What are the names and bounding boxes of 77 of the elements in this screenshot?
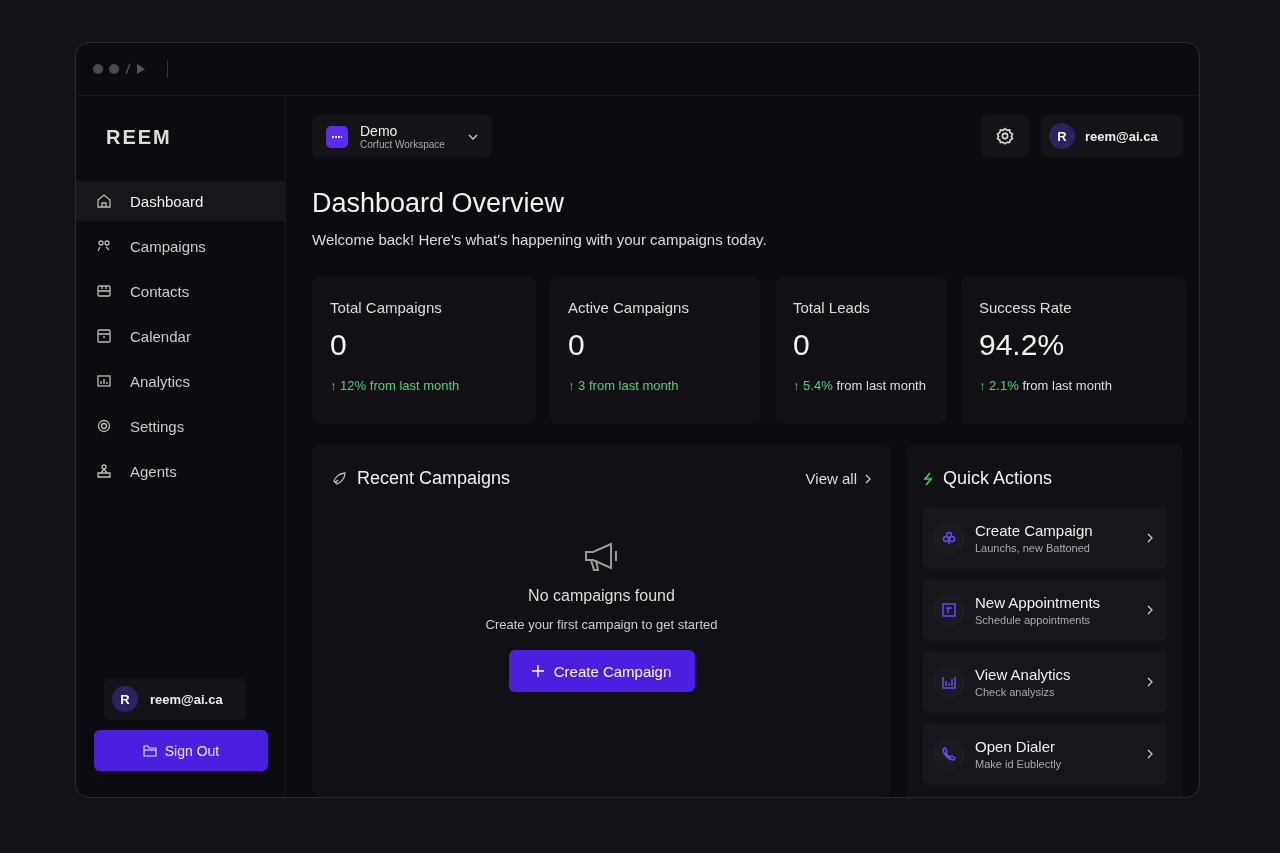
home-icon — [96, 193, 112, 209]
stat-label: Total Leads — [793, 299, 871, 316]
stat-change: ↑ 3 from last month — [568, 378, 680, 393]
create-campaign-button[interactable]: Create Campaign — [508, 650, 695, 692]
window-dot — [109, 64, 119, 74]
user-chip[interactable]: R reem@ai.ca — [1041, 115, 1183, 157]
calendar-icon — [942, 603, 956, 617]
user-chip[interactable]: R reem@ai.ca — [104, 678, 246, 720]
action-subtitle: Launchs, new Battoned — [975, 542, 1091, 554]
brand-logo: REEM — [105, 126, 173, 149]
workspace-logo-icon — [326, 125, 348, 148]
chevron-right-icon — [1147, 677, 1153, 687]
stat-change: ↑ 5.4% from last month — [793, 378, 927, 393]
sign-out-button[interactable]: Sign Out — [94, 730, 268, 771]
agent-icon — [96, 463, 112, 479]
folder-icon — [142, 744, 157, 757]
stat-value: 0 — [793, 328, 811, 362]
nav-item[interactable]: Campaigns — [76, 226, 285, 266]
stat-change: ↑ 12% from last month — [330, 378, 461, 393]
nav-item[interactable]: Settings — [76, 406, 285, 446]
play-icon[interactable] — [137, 64, 145, 74]
chevron-right-icon — [1147, 605, 1153, 615]
avatar: R — [112, 686, 138, 712]
stat-value: 0 — [568, 328, 586, 362]
settings-icon — [996, 127, 1014, 145]
nav-item[interactable]: Analytics — [76, 361, 285, 401]
chart-icon — [942, 675, 956, 689]
action-subtitle: Check analysizs — [975, 686, 1056, 698]
panel-title: Quick Actions — [943, 468, 1053, 489]
quick-action-item[interactable]: View Analytics Check analysizs — [923, 651, 1167, 713]
chevron-right-icon — [1147, 749, 1153, 759]
stat-change: ↑ 2.1% from last month — [979, 378, 1113, 393]
workspace-subtitle: Corfuct Workspace — [360, 139, 446, 150]
window-dot — [93, 64, 103, 74]
lightning-icon — [923, 471, 933, 486]
action-title: View Analytics — [975, 666, 1072, 683]
stat-label: Total Campaigns — [330, 299, 443, 316]
action-title: Create Campaign — [975, 522, 1094, 539]
action-subtitle: Schedule appointments — [975, 614, 1091, 626]
quick-action-item[interactable]: Create Campaign Launchs, new Battoned — [923, 507, 1167, 569]
nav-item[interactable]: Contacts — [76, 271, 285, 311]
gear-icon — [96, 418, 112, 434]
rocket-icon — [332, 471, 347, 486]
nav-item[interactable]: Calendar — [76, 316, 285, 356]
workspace-name: Demo — [360, 123, 399, 139]
people-icon — [96, 238, 112, 254]
chevron-right-icon — [1147, 533, 1153, 543]
avatar: R — [1049, 123, 1075, 149]
page-title: Dashboard Overview — [312, 188, 566, 219]
chevron-right-icon — [865, 473, 871, 484]
user-email: reem@ai.ca — [1085, 128, 1158, 144]
stat-value: 94.2% — [979, 328, 1066, 362]
settings-button[interactable] — [981, 115, 1029, 157]
action-subtitle: Make id Eublectly — [975, 758, 1063, 770]
slash-icon — [125, 63, 131, 75]
page-subtitle: Welcome back! Here's what's happening with your campaigns today. — [312, 231, 768, 248]
chevron-down-icon — [468, 133, 478, 140]
empty-state-text: Create your first campaign to get started — [485, 617, 718, 632]
contacts-icon — [96, 283, 112, 299]
stat-label: Active Campaigns — [568, 299, 690, 316]
workspace-selector[interactable]: Demo Corfuct Workspace — [312, 115, 492, 158]
phone-icon — [942, 747, 956, 761]
stat-value: 0 — [330, 328, 348, 362]
panel-title: Recent Campaigns — [357, 468, 511, 489]
nav-item[interactable]: Dashboard — [76, 181, 285, 221]
quick-action-item[interactable]: Open Dialer Make id Eublectly — [923, 723, 1167, 785]
chart-icon — [96, 373, 112, 389]
calendar-icon — [96, 328, 112, 344]
nav-item[interactable]: Agents — [76, 451, 285, 491]
plus-icon — [531, 665, 544, 677]
action-title: Open Dialer — [975, 738, 1057, 755]
stat-label: Success Rate — [979, 299, 1073, 316]
action-title: New Appointments — [975, 594, 1102, 611]
empty-state-title: No campaigns found — [528, 587, 675, 605]
quick-action-item[interactable]: New Appointments Schedule appointments — [923, 579, 1167, 641]
user-email: reem@ai.ca — [150, 691, 223, 707]
view-all-link[interactable]: View all — [805, 470, 871, 487]
